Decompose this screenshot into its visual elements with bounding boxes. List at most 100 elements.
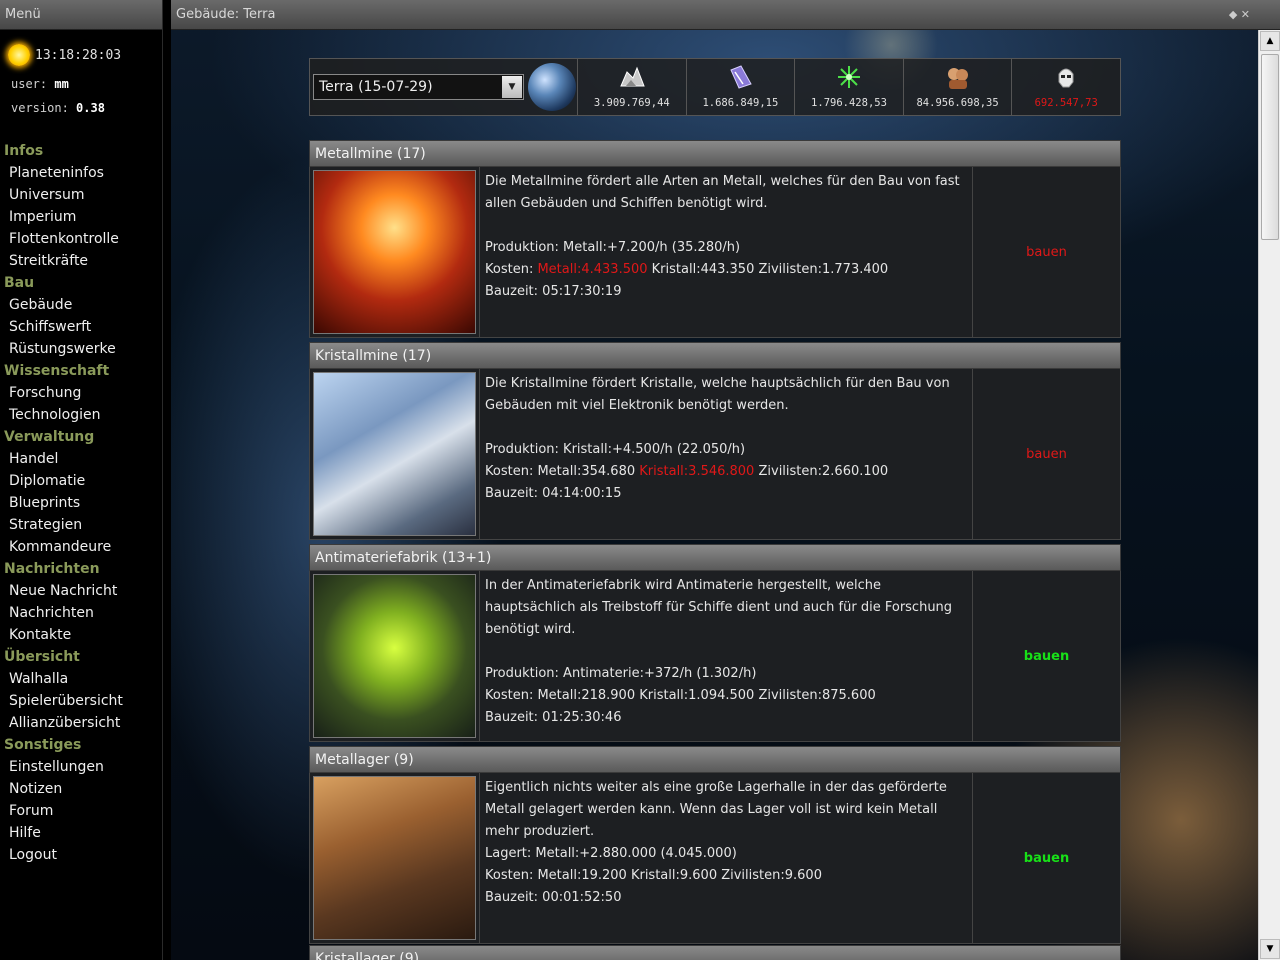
build-button[interactable]: bauen [973,167,1120,337]
cost-civilians: Zivilisten:2.660.100 [758,464,889,479]
scroll-down-icon[interactable]: ▼ [1260,939,1280,959]
planet-selector-cell: Terra (15-07-29) ▼ [310,59,578,115]
menu-category: Übersicht [4,649,80,665]
menu-category: Infos [4,143,44,159]
resource-bar: Terra (15-07-29) ▼ 3.909.769,44 1.686.84… [309,58,1121,116]
menu-item[interactable]: Strategien [0,514,162,536]
building-metallmine: Metallmine (17) Die Metallmine fördert a… [309,140,1121,338]
planet-select-value: Terra (15-07-29) [319,79,433,95]
menu-item[interactable]: Diplomatie [0,470,162,492]
menu-item[interactable]: Planeteninfos [0,162,162,184]
version-info: version: 0.38 [0,96,162,120]
menu-item[interactable]: Streitkräfte [0,250,162,272]
building-buildtime: Bauzeit: 04:14:00:15 [485,486,622,501]
menu-item[interactable]: Rüstungswerke [0,338,162,360]
menu-item[interactable]: Notizen [0,778,162,800]
menu-item[interactable]: Hilfe [0,822,162,844]
chevron-down-icon[interactable]: ▼ [502,76,522,98]
building-costs: Kosten: Metall:218.900 Kristall:1.094.50… [485,688,876,703]
resource-crystal: 1.686.849,15 [687,59,796,115]
metallager-image [313,776,476,940]
server-clock: 13:18:28:03 [35,47,122,63]
menu-item[interactable]: Nachrichten [0,602,162,624]
crystal-icon [687,63,795,91]
building-costs: Kosten: Metall:4.433.500 Kristall:443.35… [485,259,967,281]
building-buildtime: Bauzeit: 01:25:30:46 [485,710,622,725]
building-storage: Lagert: Metall:+2.880.000 (4.045.000) [485,846,737,861]
menu-category: Bau [4,275,35,291]
menu-item[interactable]: Technologien [0,404,162,426]
building-body: Die Metallmine fördert alle Arten an Met… [309,167,1121,338]
cost-crystal-insufficient: Kristall:3.546.800 [639,464,755,479]
building-costs: Kosten: Metall:354.680 Kristall:3.546.80… [485,461,967,483]
resource-troops: 692.547,73 [1012,59,1120,115]
menu-item[interactable]: Kontakte [0,624,162,646]
menu-item[interactable]: Spielerübersicht [0,690,162,712]
antimatter-icon [795,63,903,91]
building-image [310,369,480,539]
cost-rest: Kristall:443.350 Zivilisten:1.773.400 [651,262,889,277]
building-buildtime: Bauzeit: 05:17:30:19 [485,284,622,299]
building-production: Produktion: Kristall:+4.500/h (22.050/h) [485,442,746,457]
menu-item[interactable]: Einstellungen [0,756,162,778]
building-image [310,167,480,337]
menu-item[interactable]: Flottenkontrolle [0,228,162,250]
user-info: user: mm [0,72,162,96]
menu-item[interactable]: Imperium [0,206,162,228]
menu-item[interactable]: Handel [0,448,162,470]
menu-item[interactable]: Logout [0,844,162,866]
resource-civilians-value: 84.956.698,35 [916,97,999,109]
building-costs: Kosten: Metall:19.200 Kristall:9.600 Ziv… [485,868,822,883]
sidebar-title: Menü [0,0,162,30]
building-desc-text: Eigentlich nichts weiter als eine große … [485,780,947,839]
build-button[interactable]: bauen [973,571,1120,741]
building-description: Die Metallmine fördert alle Arten an Met… [480,167,973,337]
window-controls-icon[interactable]: ◆ ✕ [1229,0,1250,29]
planet-select[interactable]: Terra (15-07-29) ▼ [313,74,524,100]
scroll-up-icon[interactable]: ▲ [1260,31,1280,51]
building-desc-text: Die Metallmine fördert alle Arten an Met… [485,174,960,211]
user-name: mm [54,77,69,91]
menu-item[interactable]: Forschung [0,382,162,404]
scrollbar[interactable]: ▲ ▼ [1258,30,1280,960]
building-title: Metallager (9) [309,746,1121,773]
building-body: Eigentlich nichts weiter als eine große … [309,773,1121,944]
menu-item[interactable]: Neue Nachricht [0,580,162,602]
building-description: Eigentlich nichts weiter als eine große … [480,773,973,943]
menu-item[interactable]: Schiffswerft [0,316,162,338]
menu-category: Verwaltung [4,429,95,445]
building-list: Metallmine (17) Die Metallmine fördert a… [309,140,1121,948]
building-description: In der Antimateriefabrik wird Antimateri… [480,571,973,741]
resource-troops-value: 692.547,73 [1034,97,1098,109]
building-metallager: Metallager (9) Eigentlich nichts weiter … [309,746,1121,944]
menu-item[interactable]: Walhalla [0,668,162,690]
menu-item[interactable]: Allianzübersicht [0,712,162,734]
sidebar: Menü 13:18:28:03 user: mm version: 0.38 … [0,0,163,960]
window-title: Gebäude: Terra [176,7,276,22]
building-desc-text: Die Kristallmine fördert Kristalle, welc… [485,376,950,413]
civilians-icon [904,63,1012,91]
stormtrooper-icon [1012,63,1120,91]
kristallmine-image [313,372,476,536]
antimateriefabrik-image [313,574,476,738]
resource-metal-value: 3.909.769,44 [593,97,670,109]
resource-antimatter-value: 1.796.428,53 [811,97,887,109]
building-image [310,773,480,943]
building-kristallmine: Kristallmine (17) Die Kristallmine förde… [309,342,1121,540]
cost-metal-insufficient: Metall:4.433.500 [537,262,648,277]
menu-item[interactable]: Universum [0,184,162,206]
main-menu: Infos Planeteninfos Universum Imperium Flott… [0,140,162,866]
menu-item[interactable]: Blueprints [0,492,162,514]
build-button[interactable]: bauen [973,773,1120,943]
version-value: 0.38 [76,101,105,115]
cost-metal: Metall:354.680 [537,464,636,479]
building-production: Produktion: Metall:+7.200/h (35.280/h) [485,240,741,255]
metallmine-image [313,170,476,334]
menu-item[interactable]: Gebäude [0,294,162,316]
menu-item[interactable]: Forum [0,800,162,822]
resource-civilians: 84.956.698,35 [904,59,1013,115]
building-body: Die Kristallmine fördert Kristalle, welc… [309,369,1121,540]
menu-item[interactable]: Kommandeure [0,536,162,558]
build-button[interactable]: bauen [973,369,1120,539]
scrollbar-thumb[interactable] [1261,54,1279,240]
